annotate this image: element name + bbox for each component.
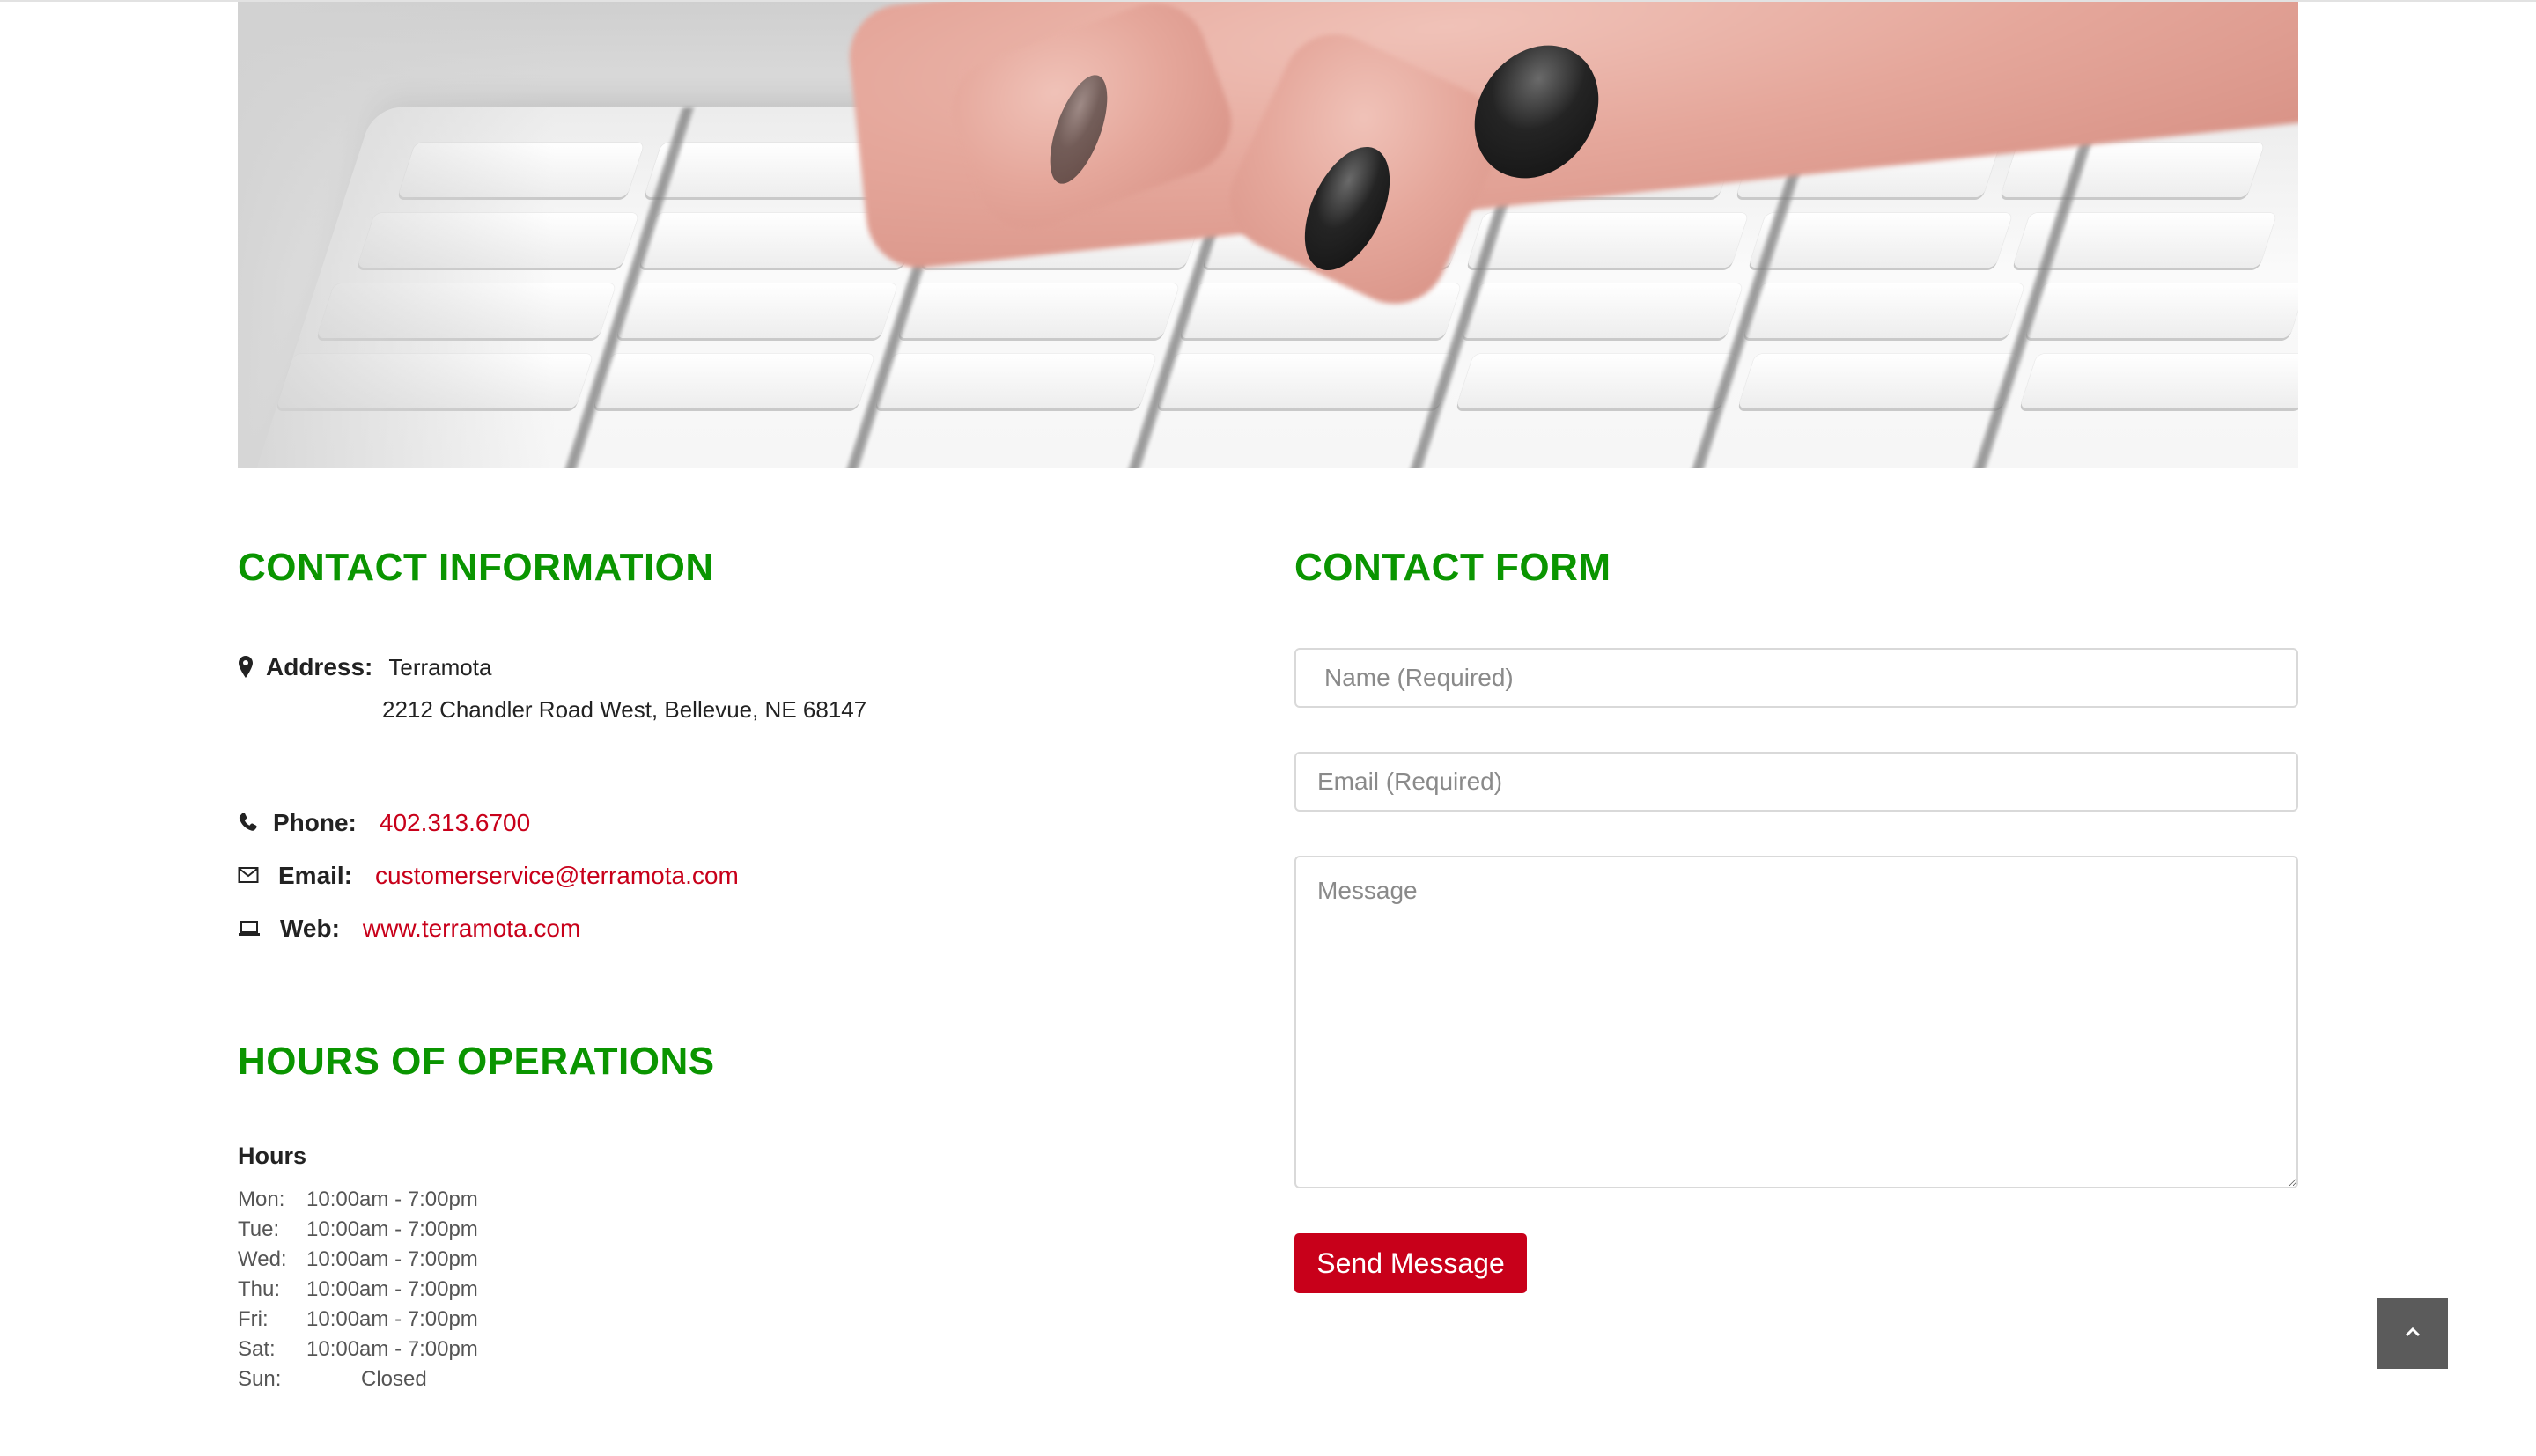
hours-time: 10:00am - 7:00pm (306, 1247, 478, 1271)
hours-day: Sat: (238, 1337, 276, 1361)
back-to-top-button[interactable] (2378, 1298, 2448, 1369)
hours-day: Thu: (238, 1277, 281, 1301)
email-input[interactable] (1294, 752, 2298, 812)
web-label: Web: (280, 915, 340, 942)
phone-link[interactable]: 402.313.6700 (380, 809, 530, 837)
contact-form-heading: CONTACT FORM (1294, 546, 1611, 589)
email-link[interactable]: customerservice@terramota.com (375, 862, 739, 890)
laptop-icon (238, 916, 260, 941)
phone-label: Phone: (273, 809, 357, 836)
hero-image (238, 2, 2298, 468)
hours-heading: HOURS OF OPERATIONS (238, 1040, 715, 1083)
hours-day: Tue: (238, 1217, 280, 1241)
address-label: Address: (266, 653, 373, 680)
hours-day: Fri: (238, 1307, 269, 1331)
envelope-icon (238, 864, 259, 888)
hours-time: 10:00am - 7:00pm (306, 1217, 478, 1241)
address-line2: 2212 Chandler Road West, Bellevue, NE 68… (382, 696, 867, 723)
name-input[interactable] (1294, 648, 2298, 708)
hours-time: 10:00am - 7:00pm (306, 1337, 478, 1361)
chevron-up-icon (2405, 1326, 2421, 1342)
email-label: Email: (278, 862, 353, 889)
send-message-button[interactable]: Send Message (1294, 1233, 1527, 1293)
map-marker-icon (238, 655, 259, 680)
phone-icon (238, 811, 259, 835)
hours-time: 10:00am - 7:00pm (306, 1277, 478, 1301)
phone-row: Phone: 402.313.6700 (238, 809, 530, 837)
hours-time: 10:00am - 7:00pm (306, 1188, 478, 1211)
contact-information-heading: CONTACT INFORMATION (238, 546, 714, 589)
hours-time: Closed (361, 1367, 427, 1391)
hours-day: Mon: (238, 1188, 285, 1211)
address-line1: Terramota (388, 653, 492, 680)
web-link[interactable]: www.terramota.com (363, 915, 580, 943)
message-textarea[interactable] (1294, 856, 2298, 1188)
hours-time: 10:00am - 7:00pm (306, 1307, 478, 1331)
hours-title: Hours (238, 1143, 307, 1169)
hours-day: Sun: (238, 1367, 282, 1391)
hours-day: Wed: (238, 1247, 287, 1271)
email-row: Email: customerservice@terramota.com (238, 862, 739, 890)
address-row: Address: Terramota (238, 653, 491, 681)
web-row: Web: www.terramota.com (238, 915, 580, 943)
